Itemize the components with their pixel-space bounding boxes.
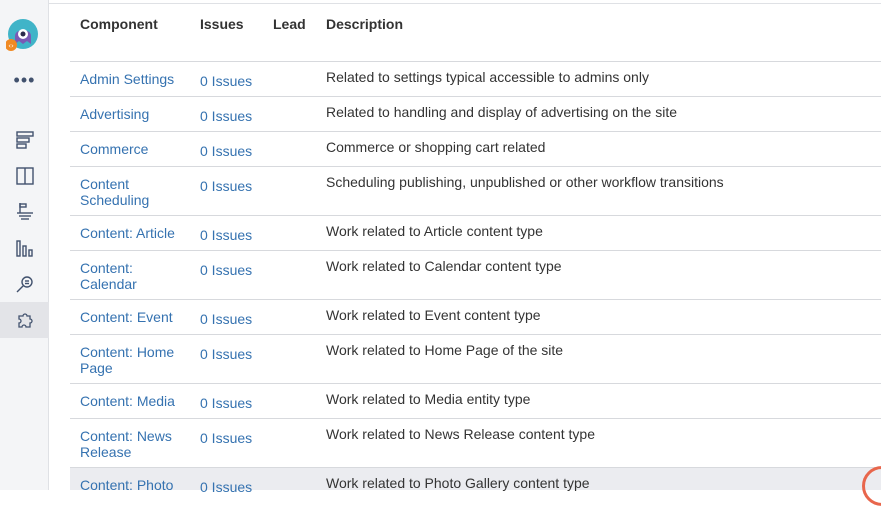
- table-row: Content: Media 0 Issues Work related to …: [70, 383, 881, 418]
- backlog-icon[interactable]: [0, 122, 49, 158]
- header-issues[interactable]: Issues: [200, 16, 244, 32]
- svg-text:‹›: ‹›: [8, 42, 14, 50]
- issues-link[interactable]: 0 Issues: [200, 178, 270, 194]
- issues-link[interactable]: 0 Issues: [200, 479, 270, 495]
- component-description: Work related to Photo Gallery content ty…: [326, 475, 590, 491]
- table-row: Admin Settings 0 Issues Related to setti…: [70, 61, 881, 96]
- component-link[interactable]: Content: Photo: [80, 477, 188, 493]
- issues-link[interactable]: 0 Issues: [200, 73, 270, 89]
- component-description: Related to settings typical accessible t…: [326, 69, 649, 85]
- component-description: Work related to Event content type: [326, 307, 541, 323]
- header-component[interactable]: Component: [80, 16, 158, 32]
- component-link[interactable]: Commerce: [80, 141, 188, 157]
- issues-link[interactable]: 0 Issues: [200, 430, 270, 446]
- component-link[interactable]: Admin Settings: [80, 71, 188, 87]
- table-row: Content: Article 0 Issues Work related t…: [70, 215, 881, 250]
- more-icon[interactable]: •••: [0, 70, 49, 94]
- component-link[interactable]: Content: Article: [80, 225, 188, 241]
- component-description: Work related to News Release content typ…: [326, 426, 595, 442]
- issues-search-icon[interactable]: [0, 266, 49, 302]
- sidebar: ‹› •••: [0, 0, 49, 490]
- component-description: Work related to Article content type: [326, 223, 543, 239]
- issues-link[interactable]: 0 Issues: [200, 108, 270, 124]
- issues-link[interactable]: 0 Issues: [200, 395, 270, 411]
- component-link[interactable]: Content: Media: [80, 393, 188, 409]
- table-row: Advertising 0 Issues Related to handling…: [70, 96, 881, 131]
- reports-icon[interactable]: [0, 230, 49, 266]
- component-description: Related to handling and display of adver…: [326, 104, 678, 120]
- component-link[interactable]: Content Scheduling: [80, 176, 188, 208]
- issues-link[interactable]: 0 Issues: [200, 262, 270, 278]
- table-row: Content Scheduling 0 Issues Scheduling p…: [70, 166, 881, 215]
- table-header: Component Issues Lead Description: [70, 16, 881, 36]
- table-row: Content: Home Page 0 Issues Work related…: [70, 334, 881, 383]
- component-description: Commerce or shopping cart related: [326, 139, 546, 155]
- releases-icon[interactable]: [0, 193, 49, 229]
- top-divider: [49, 3, 881, 4]
- header-lead[interactable]: Lead: [273, 16, 306, 32]
- board-icon[interactable]: [0, 158, 49, 194]
- header-description[interactable]: Description: [326, 16, 403, 32]
- add-ons-icon[interactable]: [0, 302, 49, 338]
- component-link[interactable]: Content: Calendar: [80, 260, 188, 292]
- component-link[interactable]: Content: Event: [80, 309, 188, 325]
- component-link[interactable]: Content: News Release: [80, 428, 188, 460]
- issues-link[interactable]: 0 Issues: [200, 311, 270, 327]
- component-description: Work related to Media entity type: [326, 391, 531, 407]
- issues-link[interactable]: 0 Issues: [200, 346, 270, 362]
- project-avatar-icon[interactable]: ‹›: [5, 18, 40, 52]
- component-link[interactable]: Advertising: [80, 106, 188, 122]
- table-row: Commerce 0 Issues Commerce or shopping c…: [70, 131, 881, 166]
- table-row: Content: Photo 0 Issues Work related to …: [70, 467, 881, 495]
- component-description: Work related to Calendar content type: [326, 258, 562, 274]
- table-row: Content: Calendar 0 Issues Work related …: [70, 250, 881, 299]
- table-row: Content: News Release 0 Issues Work rela…: [70, 418, 881, 467]
- issues-link[interactable]: 0 Issues: [200, 227, 270, 243]
- component-description: Work related to Home Page of the site: [326, 342, 564, 358]
- issues-link[interactable]: 0 Issues: [200, 143, 270, 159]
- table-row: Content: Event 0 Issues Work related to …: [70, 299, 881, 334]
- component-description: Scheduling publishing, unpublished or ot…: [326, 174, 724, 190]
- component-link[interactable]: Content: Home Page: [80, 344, 188, 376]
